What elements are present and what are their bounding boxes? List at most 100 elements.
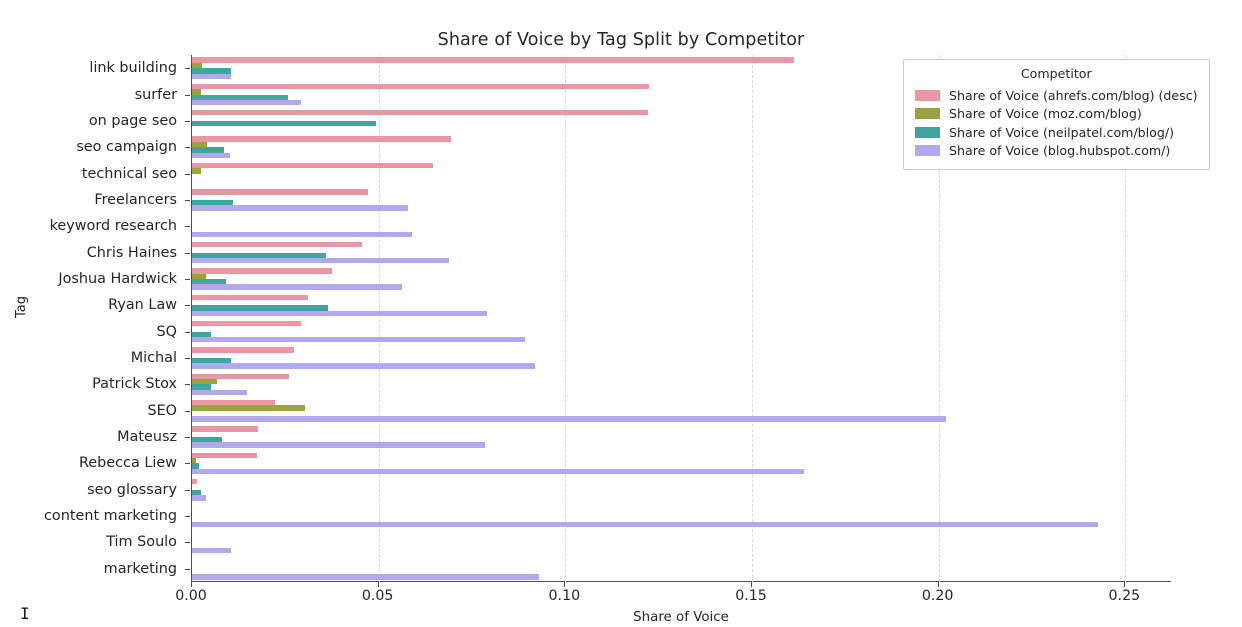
legend-entry[interactable]: Share of Voice (blog.hubspot.com/) <box>915 142 1198 161</box>
bar[interactable] <box>192 442 486 448</box>
bar[interactable] <box>192 320 302 327</box>
y-axis-tick <box>185 120 190 122</box>
x-axis: Share of Voice 0.00 0.05 0.10 0.15 0.20 0.25 <box>0 582 1242 627</box>
y-axis-tick-label: Chris Haines <box>86 244 177 261</box>
bar[interactable] <box>192 110 649 116</box>
legend-entries: Share of Voice (ahrefs.com/blog) (desc) S… <box>915 86 1198 160</box>
legend-entry-label: Share of Voice (neilpatel.com/blog/) <box>949 124 1175 140</box>
x-axis-label: Share of Voice <box>633 610 729 625</box>
y-axis-tick-label: seo glossary <box>87 481 177 498</box>
bar[interactable] <box>192 389 248 396</box>
bar[interactable] <box>192 136 451 142</box>
legend-entry[interactable]: Share of Voice (ahrefs.com/blog) (desc) <box>915 86 1198 105</box>
bar[interactable] <box>192 478 197 485</box>
bar[interactable] <box>192 294 308 300</box>
bar[interactable] <box>192 73 232 79</box>
bar[interactable] <box>192 205 408 211</box>
y-axis-tick-label: technical seo <box>81 165 177 182</box>
y-axis-tick-label: on page seo <box>88 112 177 129</box>
tag-bar-group <box>192 373 1171 396</box>
legend: Competitor Share of Voice (ahrefs.com/bl… <box>903 59 1210 170</box>
bar[interactable] <box>192 452 257 459</box>
bar[interactable] <box>192 426 259 432</box>
bar[interactable] <box>192 468 804 475</box>
y-axis-tick <box>185 331 190 333</box>
bar[interactable] <box>192 495 207 501</box>
y-axis-tick <box>185 278 190 280</box>
bar[interactable] <box>192 521 1099 527</box>
bar[interactable] <box>192 337 526 343</box>
y-axis-tick-label: link building <box>89 60 177 77</box>
bar[interactable] <box>192 416 947 422</box>
tag-bar-group <box>192 505 1171 527</box>
bar[interactable] <box>192 99 302 106</box>
bar[interactable] <box>192 120 377 127</box>
x-axis-tick <box>377 582 379 587</box>
y-axis-tick-label: content marketing <box>44 508 177 525</box>
legend-entry-label: Share of Voice (blog.hubspot.com/) <box>949 143 1171 159</box>
x-axis-tick <box>564 582 566 587</box>
y-axis-tick-label: Patrick Stox <box>92 376 177 393</box>
bar[interactable] <box>192 347 294 353</box>
bar[interactable] <box>192 83 650 90</box>
bar[interactable] <box>192 57 794 63</box>
legend-entry[interactable]: Share of Voice (moz.com/blog) <box>915 105 1198 124</box>
legend-entry[interactable]: Share of Voice (neilpatel.com/blog/) <box>915 123 1198 142</box>
y-axis-tick-label: keyword research <box>49 218 177 235</box>
y-axis-tick <box>185 463 190 465</box>
legend-color-swatch <box>915 145 940 157</box>
tag-bar-group <box>192 558 1171 580</box>
y-axis-tick <box>185 252 190 254</box>
bar[interactable] <box>192 310 487 317</box>
y-axis-tick-label: Tim Soulo <box>106 534 177 551</box>
y-axis-tick-label: marketing <box>103 560 177 577</box>
gridline <box>378 55 380 582</box>
y-axis-tick-label: Ryan Law <box>108 297 177 314</box>
bar[interactable] <box>192 168 201 174</box>
y-axis-tick <box>185 437 190 439</box>
y-axis-tick-label: seo campaign <box>76 139 177 156</box>
y-axis-tick <box>185 410 190 412</box>
y-axis-tick-label: Mateusz <box>117 429 177 446</box>
tag-bar-group <box>192 294 1171 317</box>
tag-bar-group <box>192 452 1171 475</box>
y-axis-tick-label: Rebecca Liew <box>78 455 177 472</box>
tag-bar-group <box>192 189 1171 211</box>
x-axis-tick-label: 0.15 <box>735 588 767 604</box>
gridline <box>752 55 753 582</box>
bar[interactable] <box>192 231 412 238</box>
bar[interactable] <box>192 162 433 169</box>
bar[interactable] <box>192 284 403 290</box>
chart-title: Share of Voice by Tag Split by Competito… <box>437 30 805 50</box>
tag-bar-group <box>192 478 1171 501</box>
y-axis-tick <box>185 173 190 175</box>
y-axis-tick <box>185 516 190 518</box>
legend-color-swatch <box>915 108 940 120</box>
bar[interactable] <box>192 363 536 369</box>
tag-bar-group <box>192 347 1171 369</box>
y-axis-tick <box>185 542 190 544</box>
bar[interactable] <box>192 241 362 248</box>
y-axis-tick-label: SEO <box>147 402 177 419</box>
tag-bar-group <box>192 268 1171 290</box>
y-axis-tick-label: Freelancers <box>94 191 177 208</box>
chart-figure: Share of Voice by Tag Split by Competito… <box>0 0 1242 627</box>
bar[interactable] <box>192 405 305 411</box>
x-axis-tick-label: 0.00 <box>175 588 207 604</box>
y-axis-tick <box>185 199 190 201</box>
bar[interactable] <box>192 152 231 158</box>
x-axis-tick <box>751 582 752 587</box>
legend-color-swatch <box>915 126 940 138</box>
legend-entry-label: Share of Voice (moz.com/blog) <box>949 106 1142 122</box>
gridline <box>565 55 567 582</box>
bar[interactable] <box>192 258 449 264</box>
bar[interactable] <box>192 268 332 274</box>
bar[interactable] <box>192 547 232 554</box>
x-axis-tick <box>1124 582 1126 587</box>
y-axis-tick <box>185 489 190 491</box>
y-axis-tick <box>185 147 190 149</box>
bar[interactable] <box>192 574 540 580</box>
y-axis-tick-labels: link building surfer on page seo seo campai… <box>0 55 190 582</box>
bar[interactable] <box>192 189 369 195</box>
x-axis-tick-label: 0.10 <box>548 588 581 604</box>
